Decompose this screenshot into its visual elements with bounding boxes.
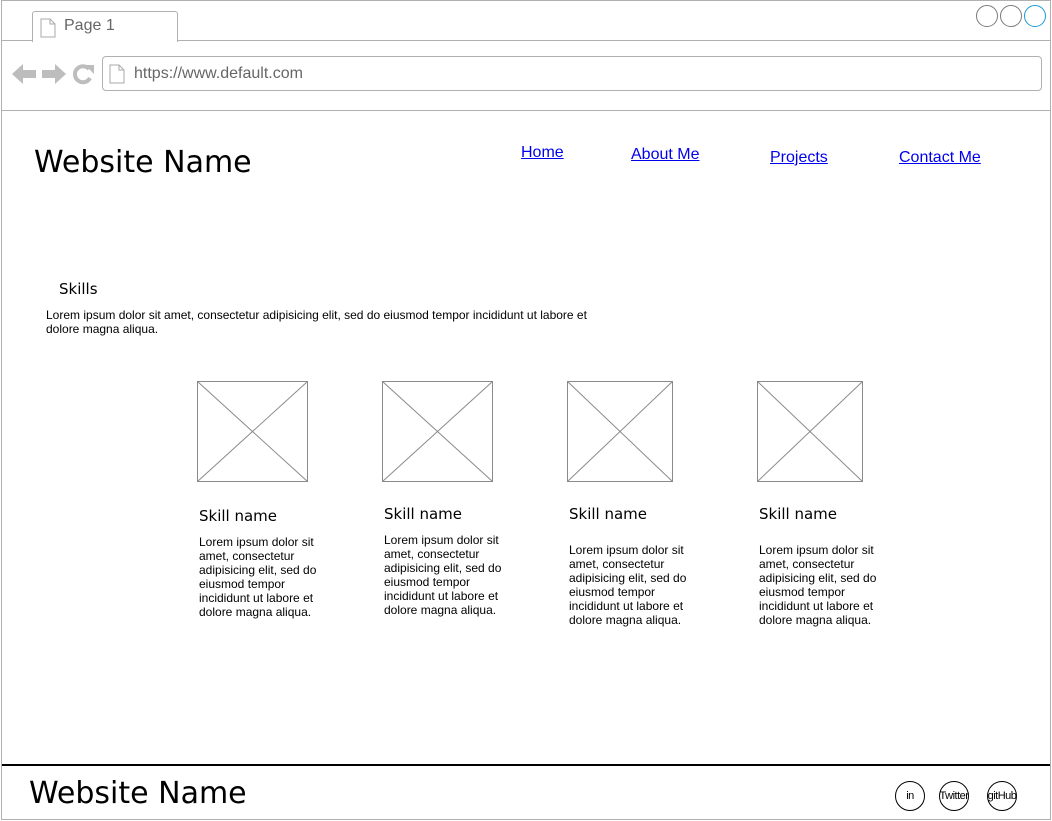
footer-site-title: Website Name (29, 776, 247, 811)
skills-intro: Lorem ipsum dolor sit amet, consectetur … (46, 308, 587, 336)
image-placeholder-icon (197, 381, 308, 487)
tab-strip: Page 1 (2, 1, 1050, 42)
image-placeholder-icon (567, 381, 673, 487)
tab-label: Page 1 (64, 17, 115, 34)
skill-description: Lorem ipsum dolor sit amet, consectetur … (759, 543, 877, 627)
linkedin-button[interactable]: in (895, 781, 925, 811)
browser-window: Page 1 https://www.default.com Website N… (1, 0, 1051, 820)
nav-link-projects[interactable]: Projects (770, 149, 828, 167)
skill-name: Skill name (384, 505, 463, 523)
page-icon (40, 18, 56, 43)
url-text: https://www.default.com (134, 65, 303, 82)
window-controls (976, 5, 1046, 27)
address-bar: https://www.default.com (2, 41, 1050, 111)
nav-link-home[interactable]: Home (521, 144, 564, 162)
image-placeholder-icon (757, 381, 863, 487)
site-title: Website Name (34, 145, 252, 180)
skill-name: Skill name (199, 507, 278, 525)
window-close-button[interactable] (1024, 5, 1046, 27)
image-placeholder-icon (382, 381, 493, 487)
nav-link-about[interactable]: About Me (631, 146, 699, 164)
window-maximize-button[interactable] (1000, 5, 1022, 27)
window-minimize-button[interactable] (976, 5, 998, 27)
twitter-button[interactable]: Twitter (939, 781, 969, 811)
skills-heading: Skills (59, 280, 98, 298)
forward-arrow-icon[interactable] (42, 63, 66, 90)
reload-icon[interactable] (72, 63, 94, 90)
skill-name: Skill name (759, 505, 838, 523)
skill-description: Lorem ipsum dolor sit amet, consectetur … (569, 543, 687, 627)
skill-description: Lorem ipsum dolor sit amet, consectetur … (384, 533, 502, 617)
back-arrow-icon[interactable] (12, 63, 36, 90)
browser-tab[interactable]: Page 1 (32, 11, 178, 42)
skill-description: Lorem ipsum dolor sit amet, consectetur … (199, 535, 317, 619)
nav-link-contact[interactable]: Contact Me (899, 149, 981, 167)
nav-buttons (12, 63, 94, 90)
skill-name: Skill name (569, 505, 648, 523)
url-field[interactable]: https://www.default.com (102, 56, 1042, 91)
github-button[interactable]: gitHub (987, 781, 1017, 811)
page-icon (109, 64, 125, 89)
footer: Website Name in Twitter gitHub (2, 764, 1050, 819)
